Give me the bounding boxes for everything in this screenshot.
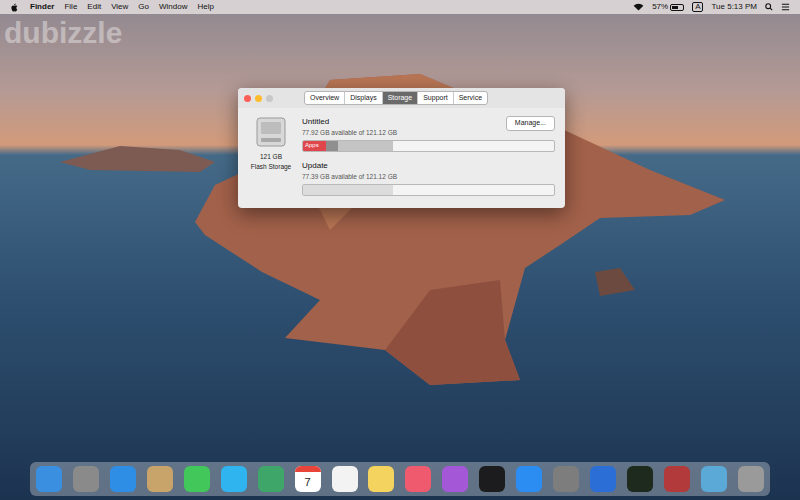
watermark: dubizzle xyxy=(4,18,122,48)
storage-segment[interactable] xyxy=(338,141,393,151)
manage-button[interactable]: Manage... xyxy=(506,116,555,131)
app-dock-icon[interactable] xyxy=(36,466,62,492)
app-dock-icon[interactable] xyxy=(405,466,431,492)
apple-icon[interactable] xyxy=(10,3,18,12)
app-dock-icon[interactable] xyxy=(738,466,764,492)
title-bar: OverviewDisplaysStorageSupportService xyxy=(238,88,565,108)
island-icon xyxy=(0,0,800,500)
app-dock-icon[interactable] xyxy=(479,466,505,492)
app-dock-icon[interactable] xyxy=(110,466,136,492)
storage-panel: 121 GBFlash StorageUntitled77.92 GB avai… xyxy=(238,108,565,208)
app-dock-icon[interactable] xyxy=(221,466,247,492)
menu-bar: Finder File Edit View Go Window Help 57% A Tue 5:… xyxy=(0,0,800,14)
app-dock-icon[interactable] xyxy=(627,466,653,492)
hard-drive-icon xyxy=(254,116,288,148)
storage-bar: Apps xyxy=(302,140,555,152)
volume-available: 77.92 GB available of 121.12 GB xyxy=(302,128,397,138)
disk-capacity: 121 GB xyxy=(260,152,282,162)
menu-item[interactable]: File xyxy=(64,1,77,13)
desktop-wallpaper xyxy=(0,0,800,500)
tab[interactable]: Service xyxy=(454,92,487,105)
app-dock-icon[interactable] xyxy=(516,466,542,492)
disk-info: 121 GBFlash Storage xyxy=(248,116,294,196)
app-dock-icon[interactable] xyxy=(332,466,358,492)
volume: Update77.39 GB available of 121.12 GB xyxy=(302,160,555,196)
tab[interactable]: Storage xyxy=(383,92,419,105)
menu-item[interactable]: Help xyxy=(197,1,213,13)
dock: 7 xyxy=(30,462,770,496)
desktop: Finder File Edit View Go Window Help 57% A Tue 5:… xyxy=(0,0,800,500)
close-button[interactable] xyxy=(244,95,251,102)
volume-name: Update xyxy=(302,160,397,172)
battery-percent[interactable]: 57% xyxy=(652,1,668,13)
app-dock-icon[interactable] xyxy=(590,466,616,492)
storage-segment[interactable] xyxy=(303,185,393,195)
zoom-button[interactable] xyxy=(266,95,273,102)
storage-bar xyxy=(302,184,555,196)
storage-segment[interactable] xyxy=(326,141,339,151)
about-this-mac-window: OverviewDisplaysStorageSupportService 121… xyxy=(238,88,565,208)
tab[interactable]: Overview xyxy=(305,92,345,105)
app-dock-icon[interactable] xyxy=(368,466,394,492)
tab[interactable]: Support xyxy=(418,92,454,105)
input-source[interactable]: A xyxy=(692,2,703,13)
app-dock-icon[interactable] xyxy=(184,466,210,492)
menu-app-name[interactable]: Finder xyxy=(30,1,54,13)
volume: Untitled77.92 GB available of 121.12 GB M… xyxy=(302,116,555,152)
minimize-button[interactable] xyxy=(255,95,262,102)
app-dock-icon[interactable] xyxy=(553,466,579,492)
battery-icon[interactable] xyxy=(670,4,684,11)
app-dock-icon[interactable] xyxy=(701,466,727,492)
app-dock-icon[interactable] xyxy=(664,466,690,492)
storage-segment[interactable]: Apps xyxy=(303,141,326,151)
menu-item[interactable]: Go xyxy=(138,1,149,13)
menu-clock[interactable]: Tue 5:13 PM xyxy=(711,1,757,13)
menu-item[interactable]: View xyxy=(111,1,128,13)
app-dock-icon[interactable] xyxy=(147,466,173,492)
calendar-dock-icon[interactable]: 7 xyxy=(295,466,321,492)
volume-available: 77.39 GB available of 121.12 GB xyxy=(302,172,397,182)
volume-name: Untitled xyxy=(302,116,397,128)
menu-list-icon[interactable] xyxy=(781,3,790,11)
search-icon[interactable] xyxy=(765,3,773,11)
app-dock-icon[interactable] xyxy=(73,466,99,492)
menu-item[interactable]: Edit xyxy=(87,1,101,13)
disk-type: Flash Storage xyxy=(251,162,291,172)
app-dock-icon[interactable] xyxy=(442,466,468,492)
tab[interactable]: Displays xyxy=(345,92,382,105)
menu-item[interactable]: Window xyxy=(159,1,187,13)
tab-bar: OverviewDisplaysStorageSupportService xyxy=(304,91,488,106)
app-dock-icon[interactable] xyxy=(258,466,284,492)
wifi-icon[interactable] xyxy=(633,3,644,11)
